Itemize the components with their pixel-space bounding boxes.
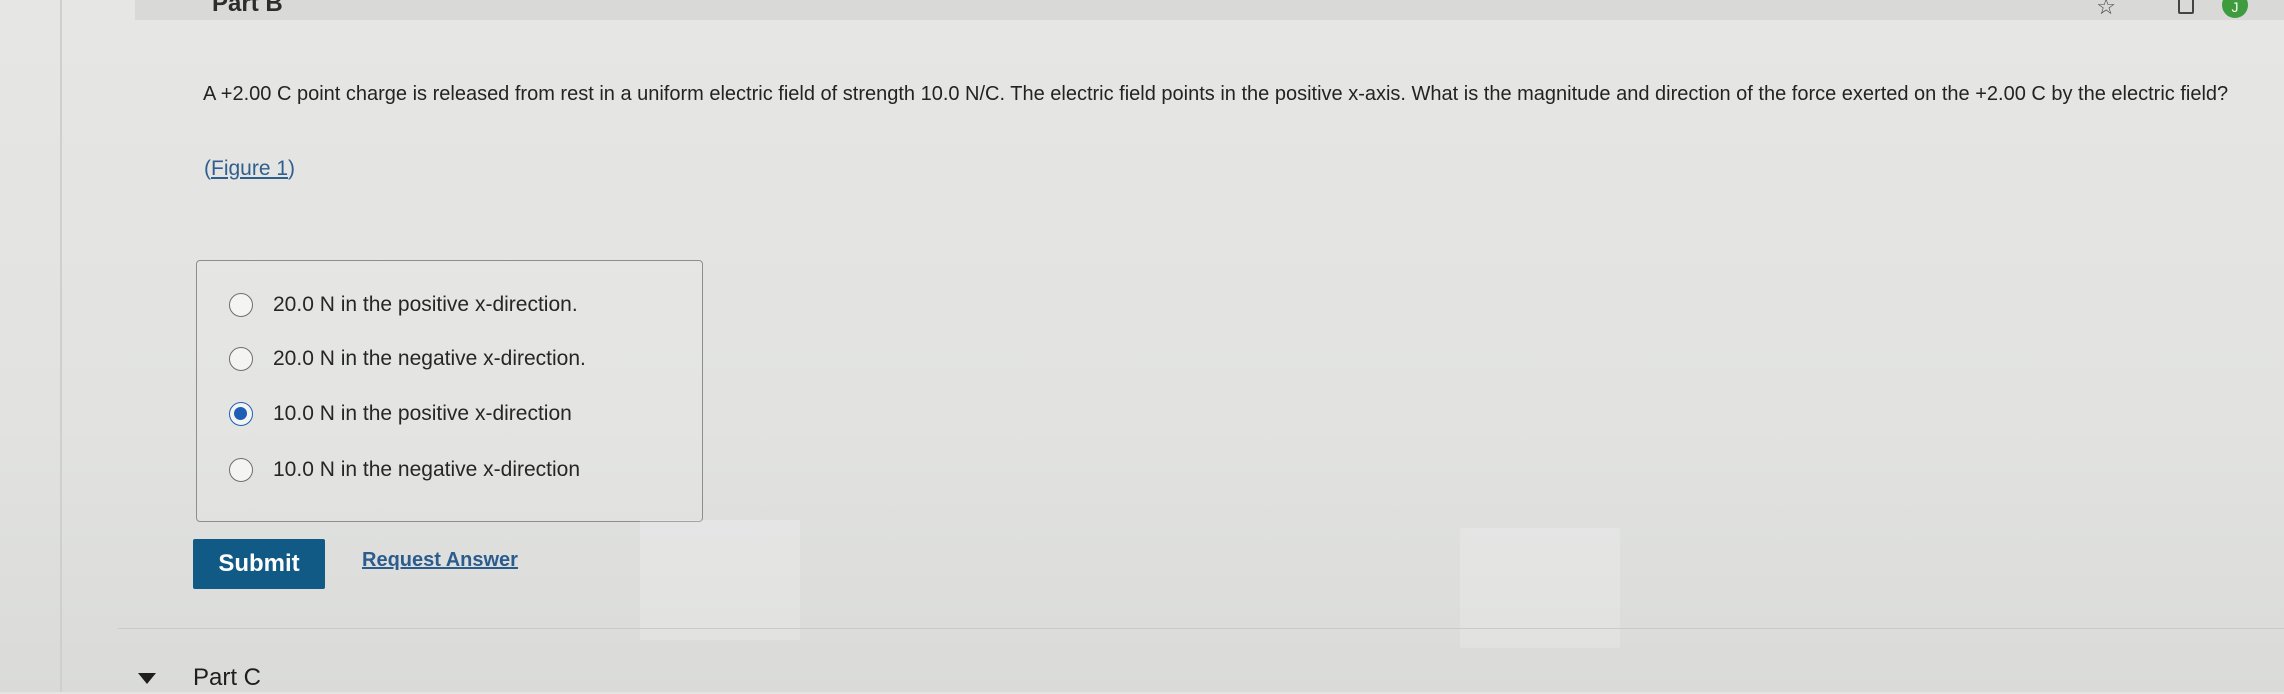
option-label: 20.0 N in the negative x-direction. [273,347,586,370]
collapse-triangle-icon[interactable] [138,673,156,684]
part-c-title: Part C [193,664,262,691]
option-row-1[interactable]: 20.0 N in the positive x-direction. [229,290,578,320]
screen-glare [640,520,800,640]
figure-link-close: ) [288,157,296,180]
radio-button[interactable] [229,458,253,482]
option-label: 10.0 N in the negative x-direction [273,458,581,481]
option-label: 20.0 N in the positive x-direction. [273,293,578,316]
browser-toolbar: ☆ J [2094,0,2284,20]
option-label: 10.0 N in the positive x-direction [273,402,572,425]
radio-button[interactable] [229,293,253,317]
figure-link-open: ( [204,157,211,180]
question-text: A +2.00 C point charge is released from … [203,83,2229,105]
part-b-title: Part B [212,0,283,17]
page: Part B ☆ J A +2.00 C point charge is rel… [0,0,2284,692]
option-row-2[interactable]: 20.0 N in the negative x-direction. [229,344,586,374]
option-row-3[interactable]: 10.0 N in the positive x-direction [229,399,572,429]
figure-link[interactable]: (Figure 1) [204,157,295,181]
left-divider [60,0,62,692]
radio-button-selected[interactable] [229,402,253,426]
screen-glare [1460,528,1620,648]
option-row-4[interactable]: 10.0 N in the negative x-direction [229,455,580,485]
profile-avatar-icon[interactable]: J [2222,0,2248,18]
section-divider [118,628,2284,629]
tab-icon[interactable] [2178,0,2194,14]
bookmark-star-icon[interactable]: ☆ [2096,0,2116,20]
part-b-header [135,0,2284,20]
submit-button[interactable]: Submit [193,539,325,589]
request-answer-link[interactable]: Request Answer [362,549,518,572]
radio-button[interactable] [229,347,253,371]
figure-link-label[interactable]: Figure 1 [211,157,288,180]
